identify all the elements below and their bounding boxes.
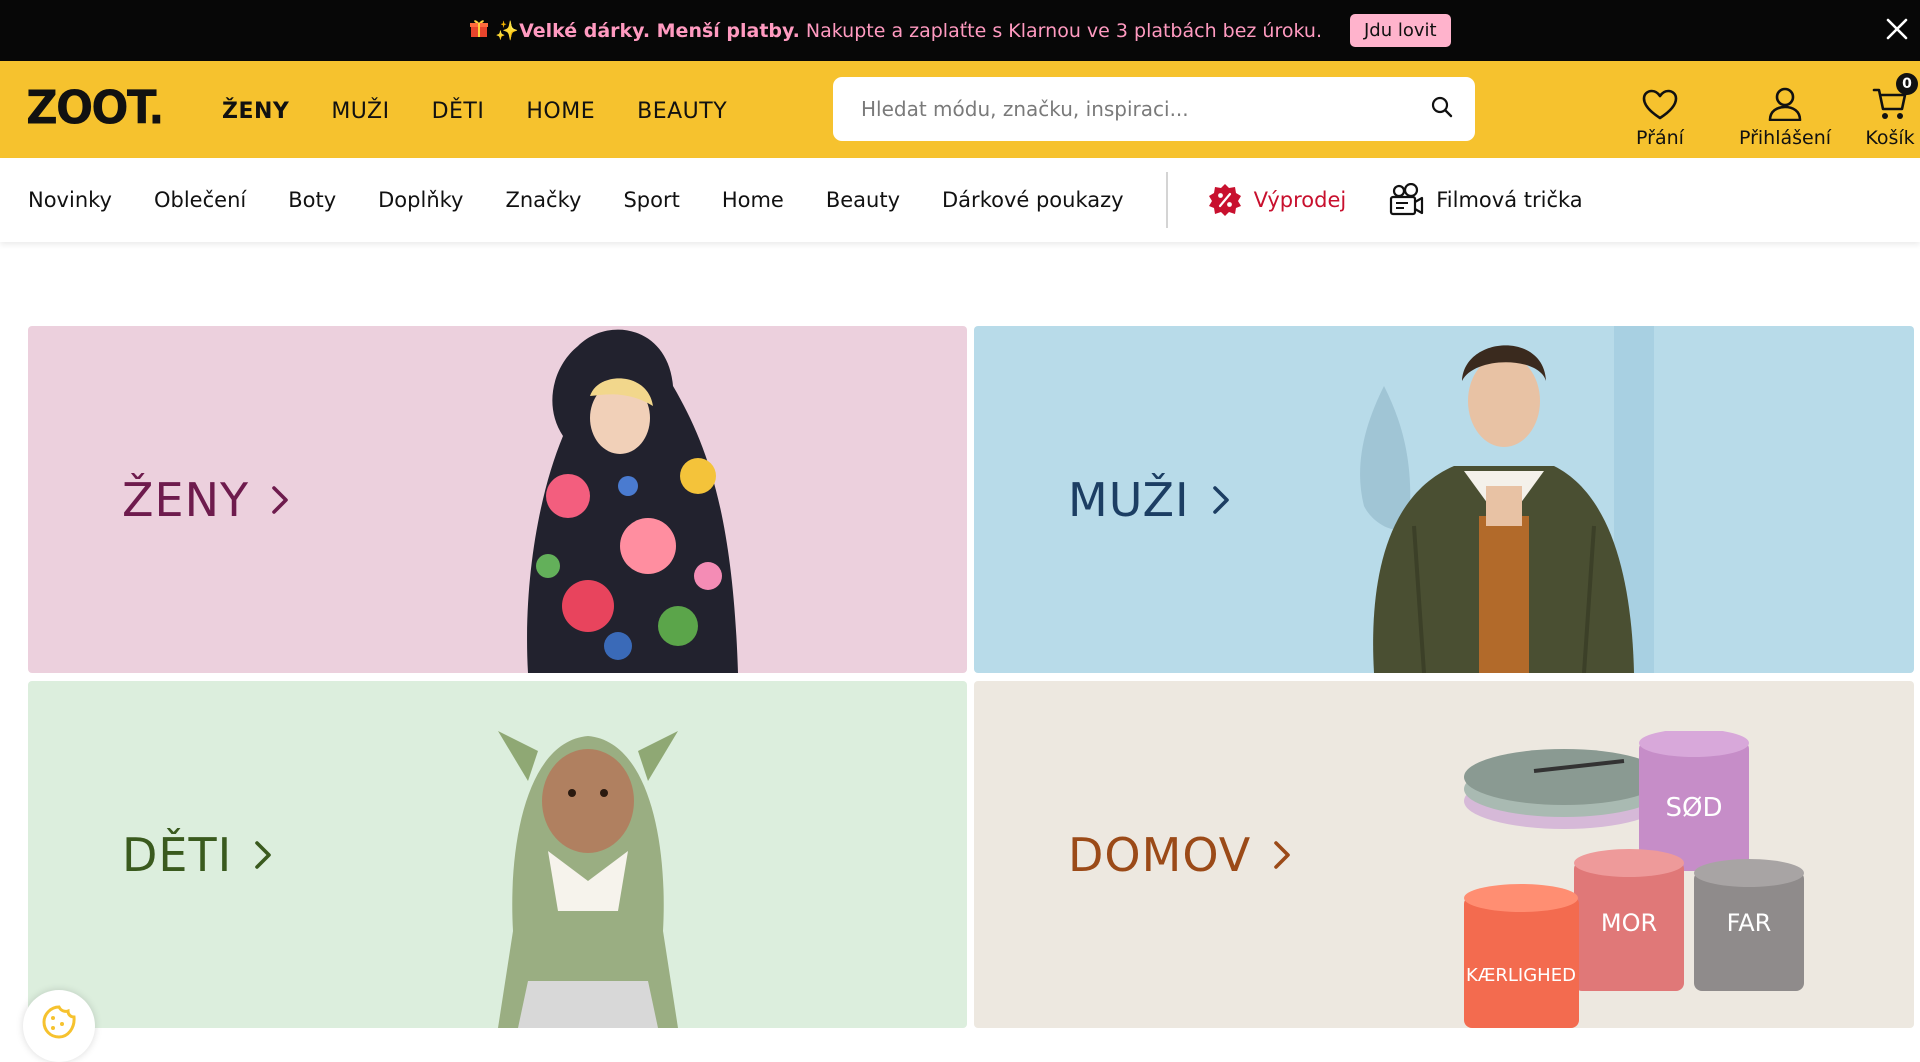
tile-men-title: MUŽI <box>1068 472 1190 527</box>
search-input[interactable] <box>861 97 1431 121</box>
cookie-settings-button[interactable] <box>23 990 95 1062</box>
gender-nav-item-men[interactable]: MUŽI <box>331 99 389 124</box>
header-actions: Přání Přihlášení Košík 0 <box>1610 73 1920 149</box>
tile-men-label: MUŽI <box>1068 473 1230 527</box>
tile-men[interactable]: MUŽI <box>974 326 1914 673</box>
tile-kids-label: DĚTI <box>122 828 272 882</box>
tile-women[interactable]: ŽENY <box>28 326 967 673</box>
category-gift-cards[interactable]: Dárkové poukazy <box>942 188 1124 212</box>
movie-tees-link[interactable]: Filmová trička <box>1388 183 1583 217</box>
tile-kids[interactable]: DĚTI <box>28 681 967 1028</box>
tile-home-label: DOMOV <box>1068 828 1291 882</box>
sparkle-icon: ✨ <box>495 20 520 42</box>
sale-label: Výprodej <box>1253 188 1347 212</box>
home-mugs-image: SØD MOR FAR KÆRLIGHED <box>1464 731 1804 1028</box>
movie-tees-label: Filmová trička <box>1436 188 1583 212</box>
cookie-icon <box>42 1005 76 1039</box>
category-nav: Novinky Oblečení Boty Doplňky Značky Spo… <box>0 158 1920 242</box>
user-icon <box>1768 87 1802 121</box>
cart-button[interactable]: Košík 0 <box>1860 73 1920 149</box>
wishlist-label: Přání <box>1636 127 1684 149</box>
promo-bar: ✨ Velké dárky. Menší platby. Nakupte a z… <box>0 0 1920 61</box>
close-icon[interactable] <box>1882 14 1912 44</box>
chevron-right-icon <box>255 840 271 869</box>
heart-icon <box>1642 89 1678 120</box>
category-clothing[interactable]: Oblečení <box>154 188 246 212</box>
sale-link[interactable]: Výprodej <box>1208 183 1347 217</box>
mug-word-4: KÆRLIGHED <box>1466 965 1576 986</box>
category-home[interactable]: Home <box>722 188 784 212</box>
mug-word-3: FAR <box>1727 909 1772 937</box>
discount-badge-icon <box>1208 184 1241 216</box>
gender-nav-item-kids[interactable]: DĚTI <box>432 99 485 124</box>
chevron-right-icon <box>272 485 288 514</box>
category-shoes[interactable]: Boty <box>288 188 336 212</box>
promo-headline: Velké dárky. Menší platby. <box>519 19 800 42</box>
kids-model-image <box>498 731 678 1028</box>
gender-nav: ŽENY MUŽI DĚTI HOME BEAUTY <box>222 99 727 172</box>
men-model-image <box>1360 326 1654 673</box>
gender-nav-item-home[interactable]: HOME <box>526 99 595 124</box>
mug-word-1: SØD <box>1666 793 1723 823</box>
film-camera-icon <box>1390 183 1424 216</box>
tile-women-title: ŽENY <box>122 472 250 527</box>
category-accessories[interactable]: Doplňky <box>378 188 463 212</box>
gender-nav-item-beauty[interactable]: BEAUTY <box>637 99 727 124</box>
category-sport[interactable]: Sport <box>623 188 679 212</box>
login-label: Přihlášení <box>1738 127 1832 149</box>
cart-label: Košík <box>1865 127 1915 149</box>
gift-icon <box>469 18 489 43</box>
promo-cta-button[interactable]: Jdu lovit <box>1350 14 1451 47</box>
tile-kids-title: DĚTI <box>122 827 233 882</box>
category-beauty[interactable]: Beauty <box>826 188 900 212</box>
logo[interactable]: ZOOT. <box>26 82 165 136</box>
mug-word-2: MOR <box>1601 909 1657 937</box>
wishlist-button[interactable]: Přání <box>1610 73 1710 149</box>
search-icon[interactable] <box>1431 96 1453 122</box>
nav-divider <box>1165 172 1168 228</box>
tile-women-label: ŽENY <box>122 473 289 527</box>
cart-count-badge: 0 <box>1896 73 1918 95</box>
tile-home[interactable]: SØD MOR FAR KÆRLIGHED DOMOV <box>974 681 1914 1028</box>
main-header: ZOOT. ŽENY MUŽI DĚTI HOME BEAUTY Přání <box>0 61 1920 172</box>
women-model-image <box>527 329 738 673</box>
tile-home-title: DOMOV <box>1068 827 1252 882</box>
chevron-right-icon <box>1274 840 1290 869</box>
promo-text: Nakupte a zaplaťte s Klarnou ve 3 platbá… <box>805 19 1322 42</box>
search-box <box>833 77 1475 141</box>
category-new[interactable]: Novinky <box>28 188 112 212</box>
login-button[interactable]: Přihlášení <box>1730 73 1840 149</box>
chevron-right-icon <box>1212 485 1229 514</box>
category-brands[interactable]: Značky <box>505 188 581 212</box>
gender-nav-item-women[interactable]: ŽENY <box>222 99 289 124</box>
